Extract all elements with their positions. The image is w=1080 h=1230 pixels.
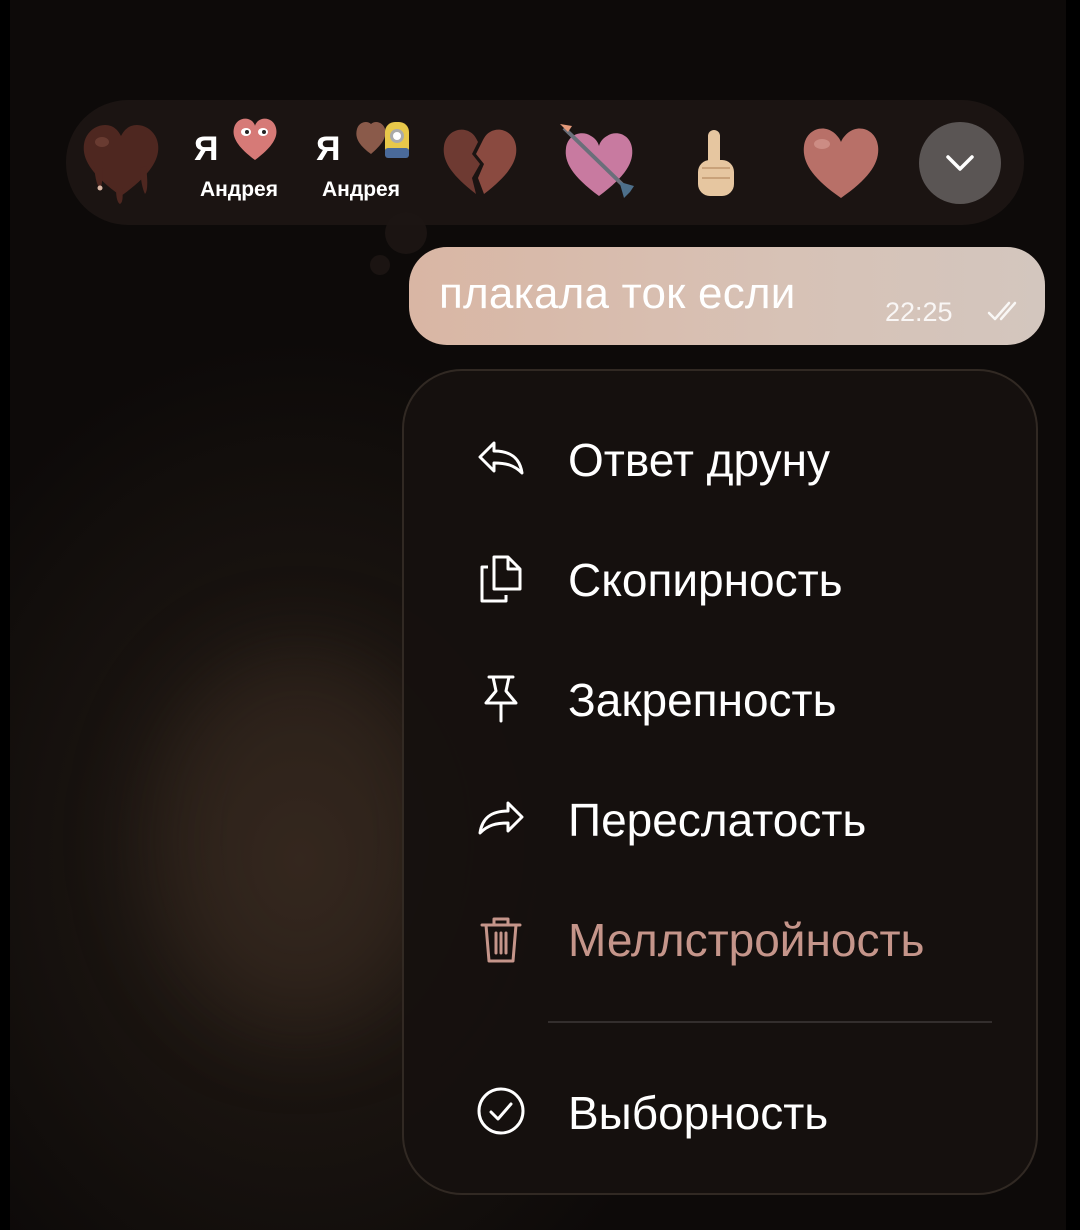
reaction-broken-heart[interactable] [438, 122, 522, 202]
minion-heart-icon [356, 121, 409, 158]
menu-item-pin[interactable]: Закрепность [404, 643, 1036, 753]
reaction-ya-andreya-minion[interactable]: Я Андрея [306, 112, 416, 212]
menu-divider [548, 1021, 992, 1023]
more-reactions-button[interactable] [919, 122, 1001, 204]
reply-icon [478, 441, 524, 475]
message-time: 22:25 [885, 297, 953, 327]
message-text: плакала ток если [439, 269, 796, 318]
menu-item-select[interactable]: Выборность [404, 1056, 1036, 1166]
sticker-ya-text: Я [194, 130, 219, 168]
copy-icon [480, 555, 522, 603]
screen-edge-left [0, 0, 10, 1230]
menu-item-label: Меллстройность [568, 914, 925, 966]
finger-icon [698, 130, 734, 196]
menu-item-label: Закрепность [568, 674, 837, 726]
trash-icon [480, 917, 522, 963]
reaction-ya-andreya-heart[interactable]: Я Андрея [184, 112, 294, 212]
pin-icon [484, 675, 518, 723]
melting-heart-icon [83, 124, 159, 204]
reaction-finger[interactable] [690, 124, 740, 204]
reaction-bar-tail [385, 212, 427, 254]
sticker-ya-text: Я [316, 130, 341, 168]
menu-item-copy[interactable]: Скопирность [404, 523, 1036, 633]
menu-item-reply[interactable]: Ответ друну [404, 403, 1036, 513]
screen-edge-right [1066, 0, 1080, 1230]
reaction-heart-arrow[interactable] [556, 120, 642, 206]
reaction-melting-heart[interactable] [80, 118, 162, 208]
sticker-andreya-label: Андрея [322, 178, 400, 201]
menu-item-delete[interactable]: Меллстройность [404, 883, 1036, 993]
heart-icon [803, 128, 879, 198]
context-menu: Ответ друну Скопирность Закрепность Пере… [402, 369, 1038, 1195]
menu-item-label: Скопирность [568, 554, 843, 606]
menu-item-label: Выборность [568, 1087, 829, 1139]
sticker-andreya-label: Андрея [200, 178, 278, 201]
reaction-heart[interactable] [798, 120, 884, 204]
menu-item-label: Переслатость [568, 794, 867, 846]
reaction-bar-tail-small [370, 255, 390, 275]
eyes-heart-icon [233, 118, 277, 160]
message-bubble[interactable]: плакала ток если 22:25 [409, 247, 1045, 345]
heart-arrow-icon [560, 124, 634, 198]
menu-item-label: Ответ друну [568, 434, 830, 486]
check-circle-icon [477, 1087, 525, 1135]
forward-icon [478, 801, 524, 835]
menu-item-forward[interactable]: Переслатость [404, 763, 1036, 873]
broken-heart-icon [443, 129, 517, 194]
chevron-down-icon [946, 155, 974, 171]
double-check-icon [987, 301, 1017, 321]
